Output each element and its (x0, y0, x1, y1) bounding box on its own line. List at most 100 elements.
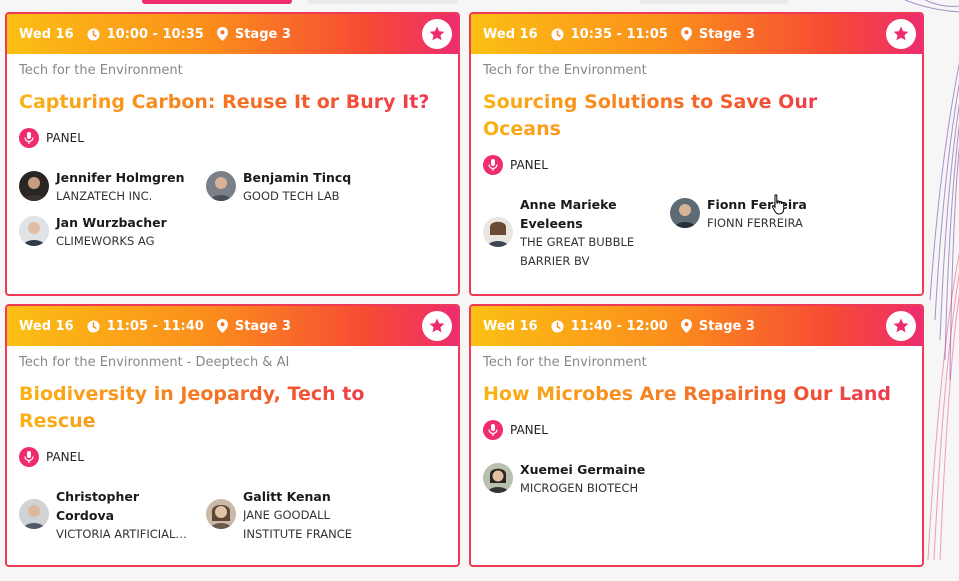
favorite-button[interactable] (886, 311, 916, 341)
star-icon (429, 318, 445, 333)
session-stage: Stage 3 (680, 26, 755, 42)
session-stage-label: Stage 3 (234, 26, 291, 42)
speaker-avatar (483, 463, 513, 493)
session-track: Tech for the Environment (483, 62, 910, 80)
speaker-item[interactable]: Anne Marieke Eveleens THE GREAT BUBBLE BA… (483, 195, 643, 271)
session-day: Wed 16 (483, 27, 538, 42)
speaker-item[interactable]: Benjamin Tincq GOOD TECH LAB (206, 168, 386, 206)
speaker-item[interactable]: Galitt Kenan JANE GOODALL INSTITUTE FRANC… (206, 487, 386, 544)
session-card[interactable]: Wed 16 11:40 - 12:00 Stage 3 Tech for th… (469, 304, 924, 567)
speaker-item[interactable]: Jan Wurzbacher CLIMEWORKS AG (19, 213, 199, 251)
track-label: Tech for the Environment (483, 63, 647, 78)
speaker-item[interactable]: Fionn Ferreira FIONN FERREIRA (670, 195, 850, 233)
location-pin-icon (680, 319, 692, 333)
session-stage: Stage 3 (216, 26, 291, 42)
session-header: Wed 16 11:05 - 11:40 Stage 3 (7, 306, 458, 346)
tab-indicator[interactable] (640, 0, 788, 4)
session-day: Wed 16 (19, 27, 74, 42)
tab-indicator[interactable] (308, 0, 458, 4)
speaker-organization: CLIMEWORKS AG (56, 234, 155, 248)
location-pin-icon (680, 27, 692, 41)
speaker-organization: MICROGEN BIOTECH (520, 481, 639, 495)
session-time-label: 10:00 - 10:35 (106, 26, 204, 42)
active-tab-indicator[interactable] (142, 0, 292, 4)
hand-pointer-cursor-icon (771, 194, 785, 215)
speaker-item[interactable]: Jennifer Holmgren LANZATECH INC. (19, 168, 199, 206)
speaker-list: Anne Marieke Eveleens THE GREAT BUBBLE BA… (483, 195, 910, 275)
track-label: Tech for the Environment (19, 355, 183, 370)
session-title[interactable]: Sourcing Solutions to Save Our Oceans (483, 89, 843, 143)
favorite-button[interactable] (886, 19, 916, 49)
speaker-name: Jan Wurzbacher (56, 215, 167, 230)
session-format-label: PANEL (46, 131, 84, 145)
speaker-list: Jennifer Holmgren LANZATECH INC. Benjamin… (19, 168, 446, 263)
speaker-name: Jennifer Holmgren (56, 170, 185, 185)
session-day: Wed 16 (483, 319, 538, 334)
session-stage-label: Stage 3 (234, 318, 291, 334)
session-title[interactable]: How Microbes Are Repairing Our Land (483, 381, 910, 408)
speaker-avatar (206, 499, 236, 529)
session-title[interactable]: Biodiversity in Jeopardy, Tech to Rescue (19, 381, 399, 435)
speaker-organization: GOOD TECH LAB (243, 189, 340, 203)
track-label-secondary: Deeptech & AI (195, 355, 290, 370)
speaker-avatar (483, 217, 513, 247)
session-card[interactable]: Wed 16 11:05 - 11:40 Stage 3 Tech for th… (5, 304, 460, 567)
session-stage-label: Stage 3 (698, 318, 755, 334)
location-pin-icon (216, 319, 228, 333)
speaker-organization: VICTORIA ARTIFICIAL… (56, 527, 187, 541)
speaker-name: Christopher Cordova (56, 489, 140, 523)
session-track: Tech for the Environment (19, 62, 446, 80)
session-time: 11:40 - 12:00 (551, 319, 668, 334)
speaker-avatar (206, 171, 236, 201)
session-format-label: PANEL (510, 423, 548, 437)
session-day-label: Wed 16 (19, 26, 74, 42)
clock-icon (551, 27, 564, 41)
clock-icon (87, 27, 100, 41)
location-pin-icon (216, 27, 228, 41)
speaker-organization: THE GREAT BUBBLE BARRIER BV (520, 235, 635, 268)
favorite-button[interactable] (422, 311, 452, 341)
speaker-avatar (19, 171, 49, 201)
session-track: Tech for the Environment (483, 354, 910, 372)
session-day-label: Wed 16 (19, 318, 74, 334)
speaker-item[interactable]: Xuemei Germaine MICROGEN BIOTECH (483, 460, 663, 498)
session-header: Wed 16 11:40 - 12:00 Stage 3 (471, 306, 922, 346)
speaker-list: Christopher Cordova VICTORIA ARTIFICIAL… … (19, 487, 446, 547)
session-time-label: 11:40 - 12:00 (570, 318, 668, 334)
session-format-badge: PANEL (483, 420, 910, 440)
session-stage-label: Stage 3 (698, 26, 755, 42)
speaker-avatar (19, 499, 49, 529)
speaker-organization: LANZATECH INC. (56, 189, 153, 203)
speaker-item[interactable]: Christopher Cordova VICTORIA ARTIFICIAL… (19, 487, 199, 544)
session-header: Wed 16 10:35 - 11:05 Stage 3 (471, 14, 922, 54)
session-format-badge: PANEL (19, 447, 446, 467)
favorite-button[interactable] (422, 19, 452, 49)
speaker-organization: JANE GOODALL INSTITUTE FRANCE (243, 508, 353, 541)
microphone-icon (483, 155, 503, 175)
speaker-name: Galitt Kenan (243, 489, 331, 504)
speaker-name: Xuemei Germaine (520, 462, 646, 477)
speaker-avatar (670, 198, 700, 228)
speaker-organization: FIONN FERREIRA (707, 216, 803, 230)
speaker-name: Benjamin Tincq (243, 170, 352, 185)
star-icon (893, 318, 909, 333)
session-time: 10:00 - 10:35 (87, 27, 204, 42)
microphone-icon (483, 420, 503, 440)
session-day: Wed 16 (19, 319, 74, 334)
speaker-avatar (19, 216, 49, 246)
session-track: Tech for the Environment - Deeptech & AI (19, 354, 446, 372)
session-day-label: Wed 16 (483, 318, 538, 334)
star-icon (893, 26, 909, 41)
session-format-label: PANEL (510, 158, 548, 172)
session-time: 10:35 - 11:05 (551, 27, 668, 42)
session-format-label: PANEL (46, 450, 84, 464)
session-time-label: 10:35 - 11:05 (570, 26, 668, 42)
session-day-label: Wed 16 (483, 26, 538, 42)
session-card[interactable]: Wed 16 10:35 - 11:05 Stage 3 Tech for th… (469, 12, 924, 296)
session-card[interactable]: Wed 16 10:00 - 10:35 Stage 3 Tech for th… (5, 12, 460, 296)
microphone-icon (19, 128, 39, 148)
session-time: 11:05 - 11:40 (87, 319, 204, 334)
session-format-badge: PANEL (483, 155, 910, 175)
session-title[interactable]: Capturing Carbon: Reuse It or Bury It? (19, 89, 446, 116)
speaker-list: Xuemei Germaine MICROGEN BIOTECH (483, 460, 910, 505)
